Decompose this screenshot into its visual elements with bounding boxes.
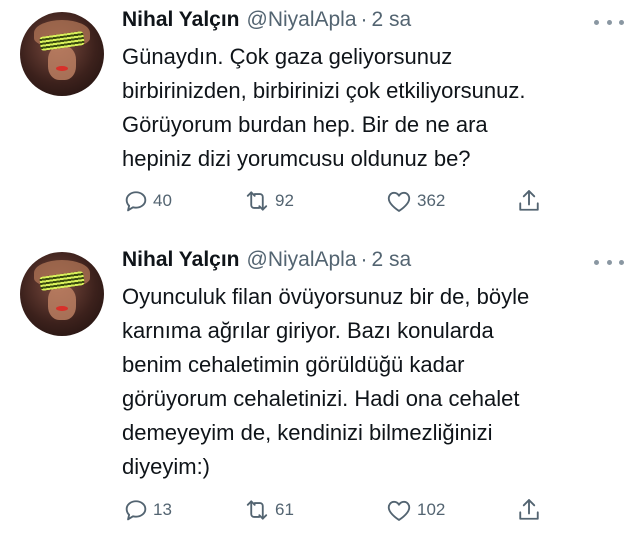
tweet-text-line: görüyorum cehaletinizi. Hadi ona cehalet (122, 386, 520, 411)
like-icon (387, 500, 411, 521)
like-count: 102 (417, 500, 446, 519)
tweet-text: Oyunculuk filan övüyorsunuz bir de, böyl… (122, 280, 627, 484)
author-handle[interactable]: @NiyalApla (247, 8, 357, 32)
like-count: 362 (417, 191, 446, 210)
retweet-icon (246, 191, 268, 211)
avatar[interactable] (20, 12, 104, 96)
avatar-face (48, 286, 76, 320)
reply-icon (125, 191, 147, 212)
tweet-text-line: demeyeyim de, kendinizi bilmezliğinizi (122, 420, 493, 445)
tweet-time[interactable]: 2 sa (372, 8, 412, 32)
tweet-text-line: Oyunculuk filan övüyorsunuz bir de, böyl… (122, 284, 530, 309)
tweet-text-line: birbirinizden, birbirinizi çok etkiliyor… (122, 78, 526, 103)
tweet-text-line: Günaydın. Çok gaza geliyorsunuz (122, 44, 453, 69)
more-icon[interactable] (594, 15, 624, 29)
author-handle[interactable]: @NiyalApla (247, 248, 357, 272)
retweet-button[interactable]: 61 (242, 495, 294, 525)
avatar-lips (56, 66, 68, 71)
like-button[interactable]: 362 (384, 186, 445, 216)
retweet-button[interactable]: 92 (242, 186, 294, 216)
tweet-actions: 40 92 362 (122, 186, 622, 216)
tweet-text-line: hepiniz dizi yorumcusu oldunuz be? (122, 146, 471, 171)
retweet-count: 61 (275, 500, 294, 519)
tweet-time[interactable]: 2 sa (372, 248, 412, 272)
tweet-text-line: diyeyim:) (122, 454, 211, 479)
tweet-actions: 13 61 102 (122, 495, 622, 525)
share-icon (519, 190, 539, 211)
avatar[interactable] (20, 252, 104, 336)
reply-count: 40 (153, 191, 172, 210)
reply-icon (125, 500, 147, 521)
tweet-header: Nihal Yalçın @NiyalApla · 2 sa (122, 8, 411, 36)
tweet-text-line: karnıma ağrılar giriyor. Bazı konularda (122, 318, 494, 343)
share-icon (519, 499, 539, 520)
reply-button[interactable]: 40 (122, 186, 172, 216)
author-name[interactable]: Nihal Yalçın (122, 248, 240, 272)
tweet-header: Nihal Yalçın @NiyalApla · 2 sa (122, 248, 411, 276)
retweet-icon (246, 500, 268, 520)
tweet[interactable]: Nihal Yalçın @NiyalApla · 2 sa Oyunculuk… (0, 240, 640, 540)
tweet-text: Günaydın. Çok gaza geliyorsunuz birbirin… (122, 40, 627, 176)
share-button[interactable] (515, 495, 543, 525)
like-icon (387, 191, 411, 212)
reply-count: 13 (153, 500, 172, 519)
share-button[interactable] (515, 186, 543, 216)
avatar-face (48, 46, 76, 80)
retweet-count: 92 (275, 191, 294, 210)
tweet-text-line: benim cehaletimin görüldüğü kadar (122, 352, 465, 377)
reply-button[interactable]: 13 (122, 495, 172, 525)
like-button[interactable]: 102 (384, 495, 445, 525)
avatar-lips (56, 306, 68, 311)
more-icon[interactable] (594, 255, 624, 269)
separator-dot: · (360, 8, 368, 31)
author-name[interactable]: Nihal Yalçın (122, 8, 240, 32)
separator-dot: · (360, 248, 368, 271)
tweet[interactable]: Nihal Yalçın @NiyalApla · 2 sa Günaydın.… (0, 0, 640, 240)
tweet-text-line: Görüyorum burdan hep. Bir de ne ara (122, 112, 488, 137)
